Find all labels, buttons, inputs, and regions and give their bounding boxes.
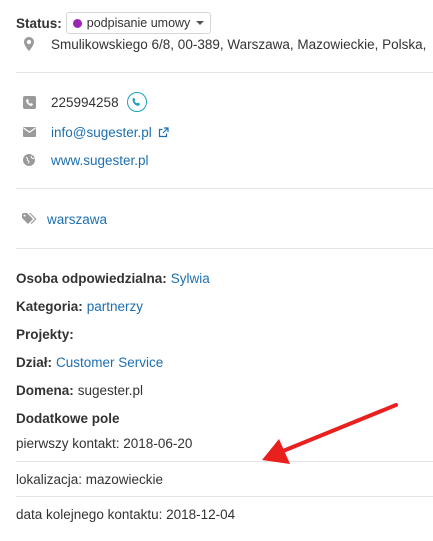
status-value: podpisanie umowy xyxy=(86,16,191,30)
envelope-icon xyxy=(20,123,38,141)
extra-item: lokalizacja: mazowieckie xyxy=(16,471,164,487)
divider xyxy=(16,496,433,497)
responsible-label: Osoba odpowiedzialna: xyxy=(16,270,167,286)
status-color-dot xyxy=(72,18,82,28)
department-field: Dział: Customer Service xyxy=(16,352,163,372)
chevron-down-icon xyxy=(196,21,205,25)
domain-field: Domena: sugester.pl xyxy=(16,380,143,400)
globe-icon xyxy=(20,151,38,169)
department-link[interactable]: Customer Service xyxy=(56,355,163,370)
extra-item: pierwszy kontakt: 2018-06-20 xyxy=(16,435,193,451)
responsible-field: Osoba odpowiedzialna: Sylwia xyxy=(16,268,210,288)
divider xyxy=(16,461,433,462)
category-field: Kategoria: partnerzy xyxy=(16,296,143,316)
responsible-link[interactable]: Sylwia xyxy=(171,271,210,286)
category-label: Kategoria: xyxy=(16,298,83,314)
projects-label: Projekty: xyxy=(16,326,74,342)
domain-value: sugester.pl xyxy=(77,382,144,398)
arrow-shaft xyxy=(281,403,398,453)
call-button-icon[interactable] xyxy=(126,92,147,112)
phone-icon xyxy=(20,93,38,111)
phone-number: 225994258 xyxy=(51,94,119,110)
email-link[interactable]: info@sugester.pl xyxy=(51,125,152,140)
status-row: Status: podpisanie umowy xyxy=(16,12,212,34)
extra-item: data kolejnego kontaktu: 2018-12-04 xyxy=(16,506,236,522)
category-link[interactable]: partnerzy xyxy=(87,299,143,314)
department-label: Dział: xyxy=(16,354,53,370)
website-row: www.sugester.pl xyxy=(20,150,149,170)
divider xyxy=(16,248,433,249)
status-dropdown[interactable]: podpisanie umowy xyxy=(65,12,212,34)
divider xyxy=(16,188,433,189)
tags-icon xyxy=(20,210,38,228)
domain-label: Domena: xyxy=(16,382,74,398)
extra-heading-text: Dodatkowe pole xyxy=(16,410,120,426)
status-label: Status: xyxy=(16,15,62,31)
address-text: Smulikowskiego 6/8, 00-389, Warszawa, Ma… xyxy=(51,36,427,52)
tags-row: warszawa xyxy=(20,209,107,229)
divider xyxy=(16,72,433,73)
address-row: Smulikowskiego 6/8, 00-389, Warszawa, Ma… xyxy=(20,34,426,54)
extra-fields-heading: Dodatkowe pole xyxy=(16,408,124,428)
phone-row: 225994258 xyxy=(20,92,147,112)
map-marker-icon xyxy=(20,35,38,53)
tag-link[interactable]: warszawa xyxy=(47,212,107,227)
external-link-icon[interactable] xyxy=(158,126,169,138)
projects-field: Projekty: xyxy=(16,324,78,344)
website-link[interactable]: www.sugester.pl xyxy=(51,153,149,168)
email-row: info@sugester.pl xyxy=(20,122,169,142)
